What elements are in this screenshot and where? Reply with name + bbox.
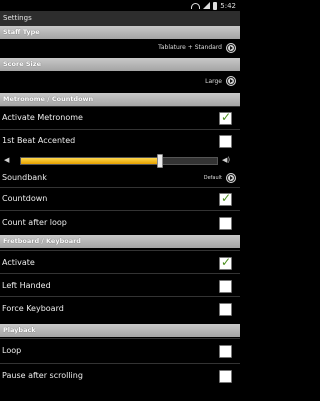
activate-fretboard-checkbox[interactable]	[219, 255, 232, 270]
score-size-arrow-icon[interactable]	[226, 76, 236, 86]
setting-label: Activate	[2, 258, 35, 267]
setting-label: 1st Beat Accented	[2, 136, 76, 145]
setting-row-countdown[interactable]: Countdown	[0, 187, 240, 211]
count-after-loop-checkbox[interactable]	[219, 217, 232, 230]
section-header-fretboard: Fretboard / Keyboard	[0, 235, 240, 248]
activate-metronome-checkbox[interactable]	[219, 110, 232, 125]
slider-track[interactable]	[20, 154, 218, 168]
score-size-value: Large	[205, 78, 222, 85]
volume-high-icon: ◀)	[222, 156, 231, 164]
battery-icon	[213, 1, 218, 10]
staff-type-value: Tablature + Standard	[158, 44, 222, 51]
volume-low-icon: ◀	[4, 156, 10, 164]
setting-label: Activate Metronome	[2, 113, 83, 122]
soundbank-arrow-icon[interactable]	[226, 173, 236, 183]
score-size-row[interactable]: Large	[0, 71, 240, 92]
section-header-playback: Playback	[0, 324, 240, 337]
loop-checkbox[interactable]	[219, 345, 232, 358]
status-bar: 5:42	[0, 0, 240, 11]
setting-row-pause-after-scrolling[interactable]: Pause after scrolling	[0, 363, 240, 389]
setting-label: Count after loop	[2, 218, 67, 227]
countdown-checkbox[interactable]	[219, 191, 232, 206]
staff-type-arrow-icon[interactable]	[226, 43, 236, 53]
slider-fill	[21, 158, 160, 164]
setting-label: Pause after scrolling	[2, 371, 83, 380]
staff-type-row[interactable]: Tablature + Standard	[0, 39, 240, 58]
setting-row-count-after-loop[interactable]: Count after loop	[0, 210, 240, 235]
setting-row-activate-fretboard[interactable]: Activate	[0, 250, 240, 274]
metronome-volume-slider[interactable]: ◀ ◀)	[0, 152, 240, 170]
setting-row-loop[interactable]: Loop	[0, 338, 240, 364]
setting-row-force-keyboard[interactable]: Force Keyboard	[0, 296, 240, 322]
setting-row-first-beat-accented[interactable]: 1st Beat Accented	[0, 129, 240, 153]
setting-label: Force Keyboard	[2, 304, 64, 313]
slider-thumb[interactable]	[157, 154, 163, 168]
left-handed-checkbox[interactable]	[219, 280, 232, 293]
first-beat-accented-checkbox[interactable]	[219, 135, 232, 148]
section-header-metronome: Metronome / Countdown	[0, 93, 240, 106]
section-header-staff-type: Staff Type	[0, 26, 240, 39]
force-keyboard-checkbox[interactable]	[219, 303, 232, 316]
section-header-score-size: Score Size	[0, 58, 240, 71]
setting-label: Countdown	[2, 194, 48, 203]
pause-after-scrolling-checkbox[interactable]	[219, 370, 232, 383]
setting-label: Left Handed	[2, 281, 51, 290]
signal-icon	[203, 2, 211, 9]
wifi-icon	[191, 2, 201, 9]
soundbank-row[interactable]: Soundbank Default	[0, 170, 240, 186]
setting-row-activate-metronome[interactable]: Activate Metronome	[0, 106, 240, 130]
status-time: 5:42	[220, 1, 236, 10]
setting-row-left-handed[interactable]: Left Handed	[0, 273, 240, 297]
page-title: Settings	[0, 11, 240, 26]
soundbank-value: Default	[203, 175, 222, 181]
soundbank-label: Soundbank	[2, 173, 47, 182]
setting-label: Loop	[2, 346, 22, 355]
